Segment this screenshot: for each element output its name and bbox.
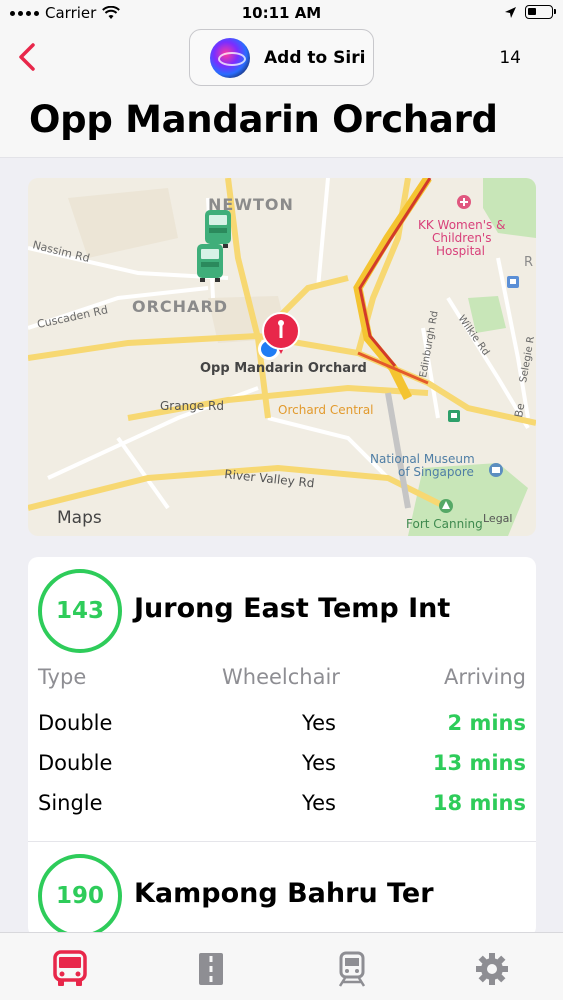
map-label-hospital-1: KK Women's & bbox=[418, 218, 505, 232]
block-area bbox=[68, 188, 178, 258]
map-label-edge-r: R bbox=[524, 255, 533, 270]
bus-icon bbox=[53, 950, 87, 986]
park-pin-icon bbox=[439, 499, 453, 513]
row-wheelchair: Yes bbox=[302, 791, 336, 815]
map-label-edge-be: Be bbox=[512, 402, 527, 419]
museum-pin-icon bbox=[489, 463, 503, 477]
header-wheelchair: Wheelchair bbox=[222, 665, 340, 689]
location-arrow-icon bbox=[505, 6, 516, 18]
arrival-table-header: Type Wheelchair Arriving bbox=[38, 665, 526, 705]
bus-marker-icon[interactable] bbox=[197, 244, 223, 282]
legal-link[interactable]: Legal bbox=[483, 512, 512, 525]
tab-bus[interactable] bbox=[48, 949, 92, 989]
service-number-badge: 190 bbox=[38, 854, 122, 937]
page-title: Opp Mandarin Orchard bbox=[29, 98, 498, 141]
siri-icon bbox=[210, 37, 250, 78]
map-label-museum-2: of Singapore bbox=[398, 465, 474, 479]
service-190[interactable]: 190 Kampong Bahru Ter bbox=[38, 854, 526, 937]
tab-train[interactable] bbox=[330, 949, 374, 989]
row-arriving: 13 mins bbox=[432, 751, 526, 775]
map-label-orchard: ORCHARD bbox=[132, 297, 228, 316]
row-type: Single bbox=[38, 791, 103, 815]
map-label-hospital-3: Hospital bbox=[436, 244, 485, 258]
map-label-edinburgh: Edinburgh Rd bbox=[418, 310, 441, 378]
header-arriving: Arriving bbox=[443, 665, 526, 689]
status-bar: Carrier 10:11 AM bbox=[0, 0, 563, 28]
table-row: Single Yes 18 mins bbox=[38, 791, 526, 831]
nav-right-label: 14 bbox=[499, 48, 521, 68]
map-label-nassim: Nassim Rd bbox=[31, 238, 91, 265]
status-time: 10:11 AM bbox=[241, 4, 322, 22]
tab-bar bbox=[0, 932, 563, 1000]
map-label-hospital-2: Children's bbox=[432, 231, 491, 245]
service-destination: Kampong Bahru Ter bbox=[134, 878, 434, 909]
map-view[interactable]: NEWTON ORCHARD Nassim Rd Cuscaden Rd Gra… bbox=[28, 178, 536, 536]
row-arriving: 2 mins bbox=[447, 711, 526, 735]
map-label-orchard-central: Orchard Central bbox=[278, 403, 374, 417]
bus-services-card: 143 Jurong East Temp Int Type Wheelchair… bbox=[28, 557, 536, 937]
back-button[interactable] bbox=[14, 42, 40, 72]
bus-marker-icon[interactable] bbox=[205, 210, 231, 248]
rail-line bbox=[385, 392, 411, 509]
map-label-cuscaden: Cuscaden Rd bbox=[36, 303, 109, 331]
service-destination: Jurong East Temp Int bbox=[134, 593, 451, 624]
arrival-table: Type Wheelchair Arriving Double Yes 2 mi… bbox=[38, 665, 526, 831]
row-wheelchair: Yes bbox=[302, 711, 336, 735]
train-icon bbox=[338, 951, 366, 987]
table-row: Double Yes 13 mins bbox=[38, 751, 526, 791]
apple-maps-logo: Maps bbox=[57, 508, 102, 528]
table-row: Double Yes 2 mins bbox=[38, 711, 526, 751]
hospital-pin-icon bbox=[457, 195, 471, 209]
row-type: Double bbox=[38, 751, 113, 775]
map-label-stop: Opp Mandarin Orchard bbox=[200, 361, 367, 376]
nav-header: Add to Siri 14 Opp Mandarin Orchard bbox=[0, 28, 563, 158]
service-number-badge: 143 bbox=[38, 569, 122, 653]
road-icon bbox=[199, 953, 223, 985]
add-to-siri-button[interactable]: Add to Siri bbox=[189, 29, 374, 86]
service-divider bbox=[28, 841, 536, 842]
row-arriving: 18 mins bbox=[432, 791, 526, 815]
transit-icon bbox=[448, 410, 460, 422]
traffic-line bbox=[357, 351, 429, 385]
service-143[interactable]: 143 Jurong East Temp Int Type Wheelchair… bbox=[38, 569, 526, 839]
status-right bbox=[504, 5, 556, 19]
battery-icon bbox=[525, 5, 556, 19]
map-label-fort-canning: Fort Canning bbox=[406, 517, 483, 531]
gear-icon bbox=[476, 953, 508, 985]
transit-icon bbox=[507, 276, 519, 288]
header-type: Type bbox=[38, 665, 87, 689]
map-label-grange: Grange Rd bbox=[160, 399, 224, 413]
tab-road[interactable] bbox=[189, 949, 233, 989]
row-wheelchair: Yes bbox=[302, 751, 336, 775]
row-type: Double bbox=[38, 711, 113, 735]
add-to-siri-label: Add to Siri bbox=[264, 47, 366, 68]
tab-settings[interactable] bbox=[470, 949, 514, 989]
maps-logo-label: Maps bbox=[57, 508, 102, 528]
map-label-museum-1: National Museum bbox=[370, 452, 475, 466]
traffic-line bbox=[358, 178, 432, 367]
map-label-selegie: Selegie R bbox=[518, 335, 536, 383]
